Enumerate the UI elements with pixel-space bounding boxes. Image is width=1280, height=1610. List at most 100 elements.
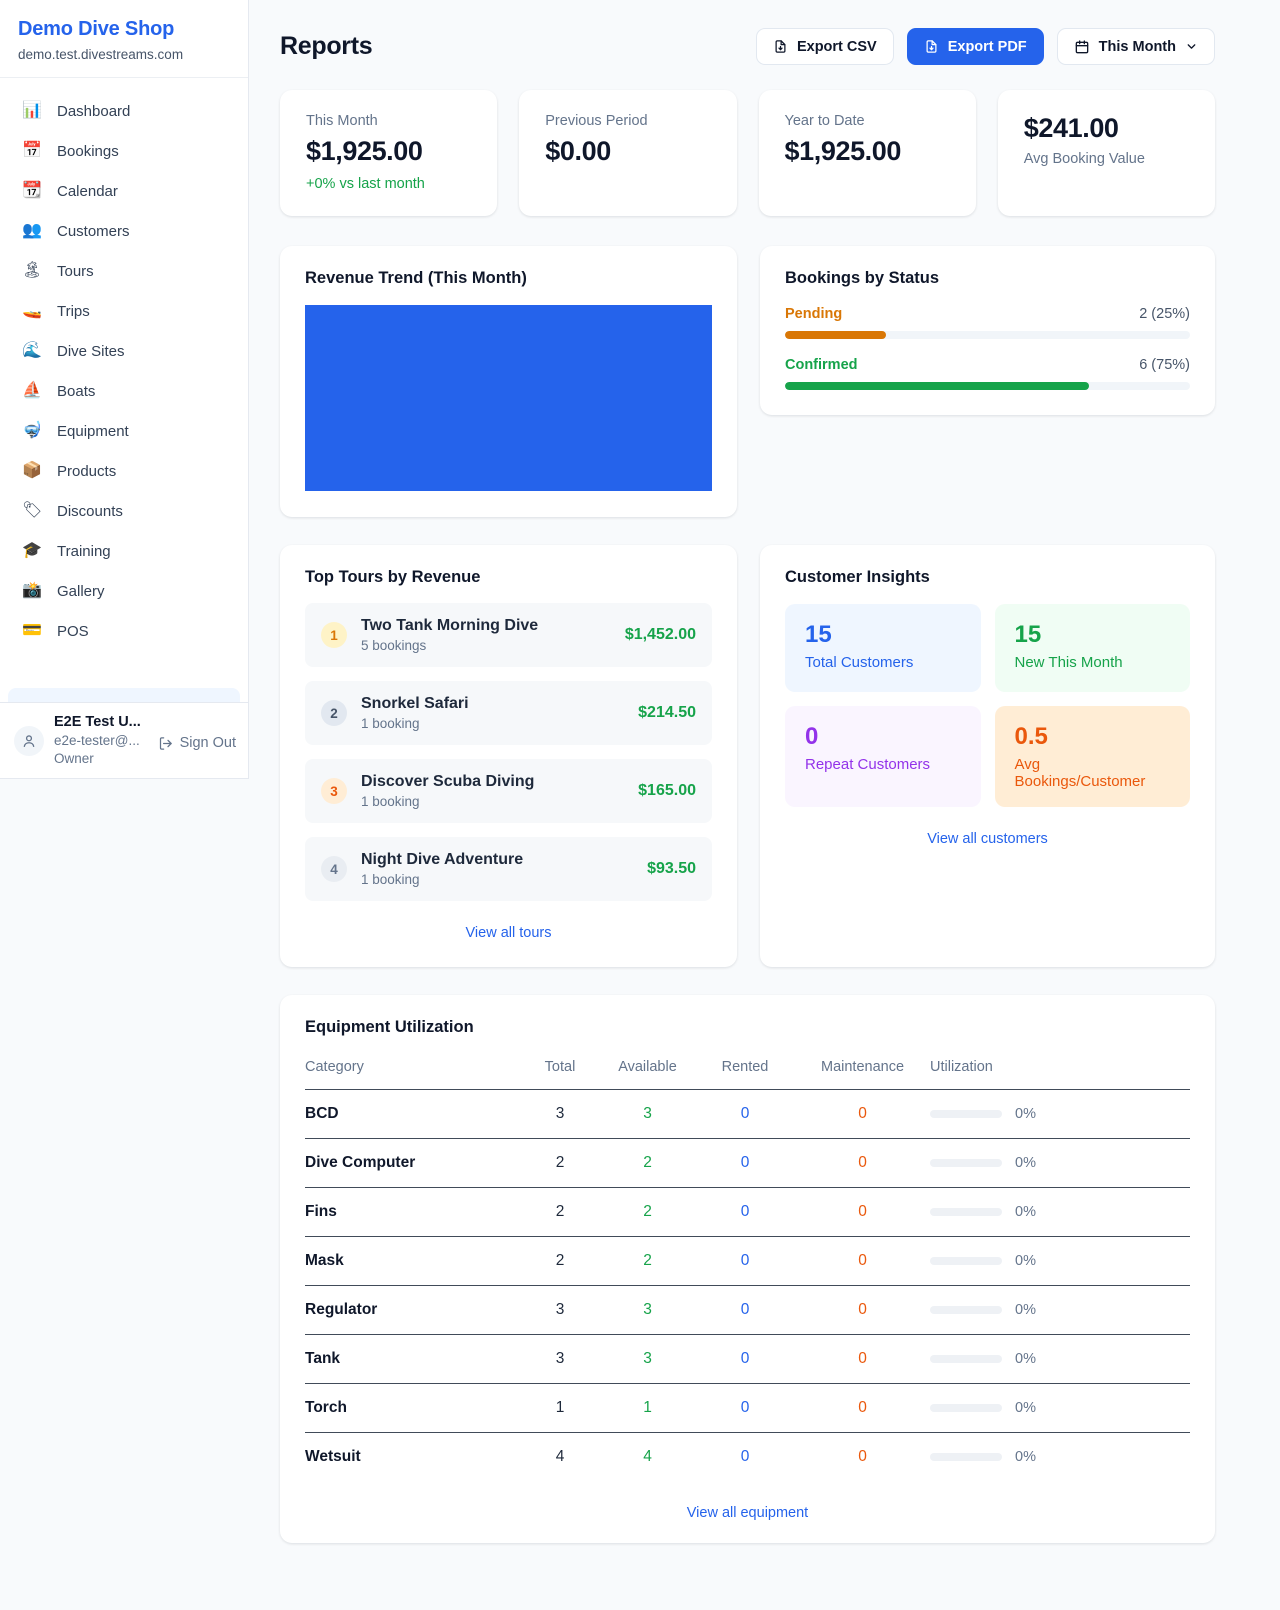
sidebar-item[interactable]: 📅 Bookings (8, 131, 240, 171)
col-available: Available (600, 1050, 695, 1089)
view-all-equipment-link[interactable]: View all equipment (687, 1505, 808, 1521)
utilization-percent: 0% (1015, 1204, 1036, 1220)
cell-category: BCD (305, 1090, 520, 1138)
brand-domain: demo.test.divestreams.com (18, 47, 230, 62)
nav-item-icon: 🏷 (22, 501, 42, 521)
customer-insights-card: Customer Insights 15 Total Customers 15 … (760, 545, 1215, 967)
sidebar-item[interactable]: 📆 Calendar (8, 171, 240, 211)
user-email: e2e-tester@... (54, 733, 141, 748)
tour-revenue: $93.50 (647, 860, 696, 878)
sidebar-item-reports[interactable] (8, 688, 240, 702)
insight-label: Total Customers (805, 654, 961, 671)
cell-utilization: 0% (930, 1091, 1190, 1137)
utilization-bar (930, 1306, 1002, 1314)
page-header: Reports Export CSV Export PDF (280, 28, 1215, 65)
cell-maintenance: 0 (795, 1433, 930, 1481)
sidebar-item[interactable]: 🏝 Tours (8, 251, 240, 291)
view-all-tours-link[interactable]: View all tours (466, 925, 552, 941)
bookings-by-status-card: Bookings by Status Pending 2 (25%) (760, 246, 1215, 415)
period-select[interactable]: This Month (1057, 28, 1215, 65)
utilization-bar (930, 1159, 1002, 1167)
col-total: Total (520, 1050, 600, 1089)
sign-out-icon (158, 736, 173, 751)
utilization-bar (930, 1355, 1002, 1363)
chevron-down-icon (1185, 40, 1198, 53)
sidebar-item[interactable]: 🚤 Trips (8, 291, 240, 331)
sign-out-label: Sign Out (180, 735, 236, 751)
utilization-percent: 0% (1015, 1155, 1036, 1171)
cell-category: Mask (305, 1237, 520, 1285)
cell-rented: 0 (695, 1384, 795, 1432)
tour-row[interactable]: 4 Night Dive Adventure 1 booking $93.50 (305, 837, 712, 901)
status-rows: Pending 2 (25%) Confirmed 6 (75%) (785, 306, 1190, 390)
user-role: Owner (54, 751, 141, 766)
cell-category: Tank (305, 1335, 520, 1383)
col-maintenance: Maintenance (795, 1050, 930, 1089)
sidebar-item[interactable]: 👥 Customers (8, 211, 240, 251)
header-actions: Export CSV Export PDF This Month (756, 28, 1215, 65)
tour-revenue: $165.00 (638, 782, 696, 800)
cell-total: 3 (520, 1335, 600, 1383)
status-count: 6 (75%) (1139, 357, 1190, 373)
sidebar-item[interactable]: 📊 Dashboard (8, 91, 240, 131)
cell-total: 2 (520, 1139, 600, 1187)
sidebar-item[interactable]: 📦 Products (8, 451, 240, 491)
sidebar-item[interactable]: 🌊 Dive Sites (8, 331, 240, 371)
insight-label: Avg Bookings/Customer (1015, 756, 1171, 790)
tour-bookings: 1 booking (361, 716, 469, 731)
sign-out-button[interactable]: Sign Out (158, 735, 236, 751)
nav-item-icon: 💳 (22, 621, 42, 641)
nav-item-icon: 🚤 (22, 301, 42, 321)
stat-value: $1,925.00 (785, 136, 950, 167)
tour-row[interactable]: 2 Snorkel Safari 1 booking $214.50 (305, 681, 712, 745)
cell-available: 3 (600, 1335, 695, 1383)
sidebar-nav: 📊 Dashboard 📅 Bookings 📆 Calendar 👥 Cust… (0, 78, 248, 688)
sidebar-item[interactable]: 🏷 Discounts (8, 491, 240, 531)
status-bar-track (785, 382, 1190, 390)
utilization-percent: 0% (1015, 1302, 1036, 1318)
cell-rented: 0 (695, 1286, 795, 1334)
tour-row[interactable]: 1 Two Tank Morning Dive 5 bookings $1,45… (305, 603, 712, 667)
stat-value: $1,925.00 (306, 136, 471, 167)
tour-row[interactable]: 3 Discover Scuba Diving 1 booking $165.0… (305, 759, 712, 823)
nav-item-label: Customers (57, 223, 130, 240)
cell-utilization: 0% (930, 1238, 1190, 1284)
stat-label: Year to Date (785, 113, 950, 129)
tour-name: Night Dive Adventure (361, 851, 523, 869)
cell-category: Dive Computer (305, 1139, 520, 1187)
cell-utilization: 0% (930, 1336, 1190, 1382)
nav-item-label: Bookings (57, 143, 119, 160)
sidebar-item[interactable]: 🎓 Training (8, 531, 240, 571)
sidebar-item[interactable]: 🤿 Equipment (8, 411, 240, 451)
stat-card-year-to-date: Year to Date $1,925.00 (759, 90, 976, 216)
equipment-title: Equipment Utilization (305, 1018, 1190, 1037)
sidebar-item[interactable]: 📸 Gallery (8, 571, 240, 611)
table-row: Wetsuit 4 4 0 0 0% (305, 1433, 1190, 1481)
export-csv-button[interactable]: Export CSV (756, 28, 894, 65)
tour-name: Discover Scuba Diving (361, 773, 534, 791)
insight-tile: 0 Repeat Customers (785, 706, 981, 807)
export-pdf-button[interactable]: Export PDF (907, 28, 1044, 65)
sidebar-item[interactable]: ⛵ Boats (8, 371, 240, 411)
insight-value: 15 (1015, 621, 1171, 649)
table-row: Mask 2 2 0 0 0% (305, 1237, 1190, 1286)
nav-item-icon: 🏝 (22, 261, 42, 281)
cell-rented: 0 (695, 1335, 795, 1383)
main-content: Reports Export CSV Export PDF (250, 0, 1280, 1583)
tour-bookings: 5 bookings (361, 638, 538, 653)
user-section: E2E Test U... e2e-tester@... Owner Sign … (0, 702, 248, 778)
cell-available: 2 (600, 1139, 695, 1187)
tour-bookings: 1 booking (361, 794, 534, 809)
equipment-table-body: BCD 3 3 0 0 0% Dive Computer 2 (305, 1090, 1190, 1481)
tour-bookings: 1 booking (361, 872, 523, 887)
tour-rank-badge: 2 (321, 700, 347, 726)
view-all-customers-link[interactable]: View all customers (927, 831, 1048, 847)
utilization-percent: 0% (1015, 1449, 1036, 1465)
nav-item-icon: 📆 (22, 181, 42, 201)
cell-available: 3 (600, 1090, 695, 1138)
cell-maintenance: 0 (795, 1188, 930, 1236)
cell-total: 2 (520, 1188, 600, 1236)
sidebar-item[interactable]: 💳 POS (8, 611, 240, 651)
stat-label: This Month (306, 113, 471, 129)
nav-item-label: Dive Sites (57, 343, 125, 360)
